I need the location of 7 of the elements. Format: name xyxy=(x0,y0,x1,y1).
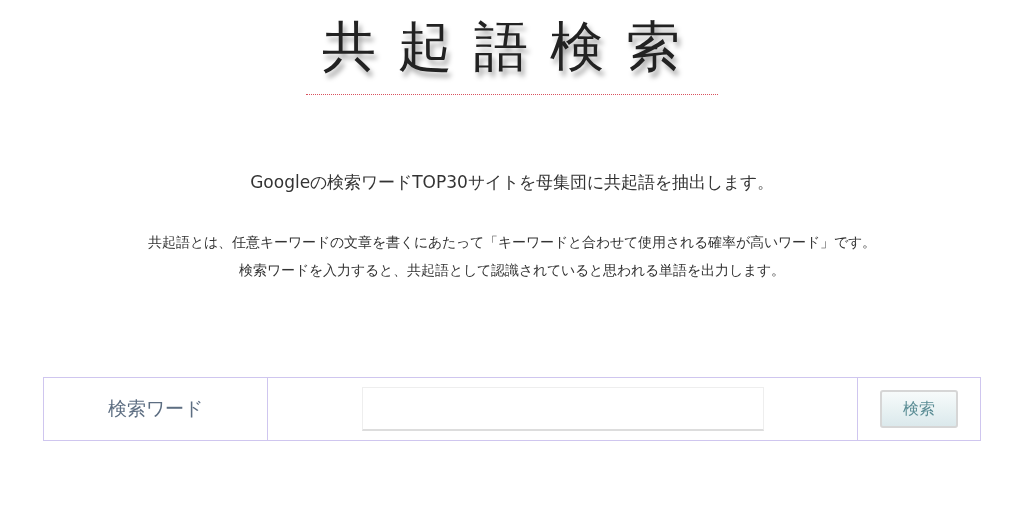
search-button[interactable]: 検索 xyxy=(880,390,958,429)
headline: Googleの検索ワードTOP30サイトを母集団に共起語を抽出します。 xyxy=(250,171,774,195)
field-label: 検索ワード xyxy=(108,396,203,422)
site-title: 共起語検索 xyxy=(322,14,702,80)
description-text: 検索ワードを入力すると、共起語として認識されていると思われる単語を出力します。 xyxy=(239,262,785,281)
search-field[interactable] xyxy=(361,387,764,432)
description-text: 共起語とは、任意キーワードの文章を書くにあたって「キーワードと合わせて使用される確率が高いワード」です。 xyxy=(148,234,876,253)
